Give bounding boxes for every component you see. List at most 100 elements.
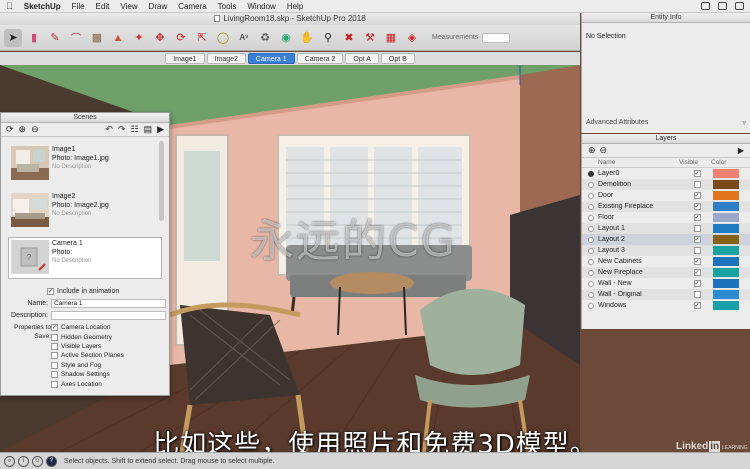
camera-icon[interactable]: ▤ [144, 124, 153, 135]
scene-item-camera-1[interactable]: ? Camera 1 Photo: No Description [8, 237, 162, 279]
layer-color-swatch[interactable] [713, 246, 739, 255]
layout-tool[interactable]: ◈ [403, 29, 421, 47]
scene-item-image1[interactable]: Image1 Photo: Image1.jpg No Description [9, 144, 161, 186]
scenes-title[interactable]: Scenes [1, 113, 169, 123]
entity-info-title[interactable]: Entity Info [582, 13, 750, 23]
add-scene-icon[interactable]: ⊕ [19, 124, 27, 135]
layer-row[interactable]: Demolition [582, 179, 750, 190]
search-icon[interactable] [718, 2, 727, 10]
property-checkbox[interactable] [51, 342, 58, 350]
layers-title[interactable]: Layers [582, 134, 750, 144]
layer-row[interactable]: Layer0 ✓ [582, 168, 750, 179]
rectangle-tool[interactable]: ▩ [88, 29, 106, 47]
advanced-attributes-row[interactable]: Advanced Attributes ▿ [586, 119, 746, 127]
layer-color-swatch[interactable] [713, 290, 739, 299]
menu-view[interactable]: View [120, 2, 137, 11]
menu-app[interactable]: SketchUp [24, 2, 61, 11]
tab-image2[interactable]: Image2 [206, 53, 246, 64]
layer-color-swatch[interactable] [713, 268, 739, 277]
layer-color-swatch[interactable] [713, 224, 739, 233]
active-layer-radio[interactable] [588, 280, 594, 287]
layer-name[interactable]: New Cabinets [598, 258, 685, 265]
layer-color-swatch[interactable] [713, 169, 739, 178]
property-checkbox[interactable]: ✓ [51, 324, 58, 332]
active-layer-radio[interactable] [588, 302, 594, 309]
menu-tools[interactable]: Tools [218, 2, 237, 11]
menu-camera[interactable]: Camera [178, 2, 206, 11]
layer-name[interactable]: New Fireplace [598, 269, 685, 276]
scene-list-scrollbar[interactable] [159, 141, 164, 221]
layer-color-swatch[interactable] [713, 191, 739, 200]
layer-name[interactable]: Layout 3 [598, 247, 685, 254]
active-layer-radio[interactable] [588, 203, 594, 210]
refresh-icon[interactable]: ⟳ [6, 124, 14, 135]
layer-visible-checkbox[interactable]: ✓ [693, 280, 701, 287]
layer-row[interactable]: Door ✓ [582, 190, 750, 201]
layer-visible-checkbox[interactable] [693, 225, 701, 232]
layer-color-swatch[interactable] [713, 301, 739, 310]
layer-row[interactable]: Layout 3 [582, 245, 750, 256]
zoom-extents-tool[interactable]: ✖ [340, 29, 358, 47]
details-arrow-icon[interactable]: ▶ [738, 146, 744, 155]
extension-tool[interactable]: ▦ [382, 29, 400, 47]
rotate-tool[interactable]: ⟳ [172, 29, 190, 47]
layer-row[interactable]: Windows ✓ [582, 300, 750, 311]
scene-name-field[interactable]: Camera 1 [51, 298, 166, 308]
text-tool[interactable]: A⁹ [235, 29, 253, 47]
layer-row[interactable]: Wall - New ✓ [582, 278, 750, 289]
active-layer-radio[interactable] [588, 192, 594, 199]
arc-tool[interactable]: ⌒ [67, 29, 85, 47]
property-checkbox[interactable] [51, 380, 58, 388]
active-layer-radio[interactable] [588, 247, 594, 254]
push-pull-tool[interactable]: ▲ [109, 29, 127, 47]
paint-bucket-tool[interactable]: ♻ [256, 29, 274, 47]
layer-name[interactable]: Door [598, 192, 685, 199]
pan-tool[interactable]: ✋ [298, 29, 316, 47]
layer-color-swatch[interactable] [713, 180, 739, 189]
active-layer-radio[interactable] [588, 225, 594, 232]
move-down-icon[interactable]: ↷ [118, 124, 126, 135]
layer-name[interactable]: Wall - New [598, 280, 685, 287]
layer-color-swatch[interactable] [713, 279, 739, 288]
tape-measure-tool[interactable]: ◯ [214, 29, 232, 47]
layer-color-swatch[interactable] [713, 213, 739, 222]
remove-layer-icon[interactable]: ⊖ [600, 145, 608, 156]
move-tool[interactable]: ✥ [151, 29, 169, 47]
col-name[interactable]: Name [598, 158, 679, 167]
wifi-icon[interactable] [701, 2, 710, 10]
info-icon[interactable]: i [18, 455, 29, 467]
view-options-icon[interactable]: ☷ [130, 124, 138, 135]
layer-row[interactable]: New Fireplace ✓ [582, 267, 750, 278]
tag-icon[interactable]: ▿ [742, 119, 746, 127]
tab-opt-b[interactable]: Opt B [380, 53, 415, 64]
help-icon[interactable]: ? [46, 455, 57, 467]
scale-tool[interactable]: ⇱ [193, 29, 211, 47]
layer-name[interactable]: Wall - Original [598, 291, 685, 298]
layer-row[interactable]: New Cabinets ✓ [582, 256, 750, 267]
layer-visible-checkbox[interactable]: ✓ [693, 214, 701, 221]
pencil-tool[interactable]: ✎ [46, 29, 64, 47]
scene-description-field[interactable] [51, 310, 166, 320]
orbit-tool[interactable]: ◉ [277, 29, 295, 47]
tab-camera-1[interactable]: Camera 1 [247, 53, 295, 64]
layer-name[interactable]: Existing Fireplace [598, 203, 685, 210]
layer-row[interactable]: Layout 2 ✓ [582, 234, 750, 245]
apple-icon[interactable]:  [6, 1, 13, 11]
property-checkbox[interactable] [51, 352, 58, 360]
follow-me-tool[interactable]: ✦ [130, 29, 148, 47]
active-layer-radio[interactable] [588, 236, 594, 243]
layer-color-swatch[interactable] [713, 257, 739, 266]
layer-name[interactable]: Layout 1 [598, 225, 685, 232]
menu-window[interactable]: Window [247, 2, 275, 11]
include-animation-checkbox[interactable]: ✓ [47, 287, 54, 295]
layer-visible-checkbox[interactable] [693, 291, 701, 298]
layer-name[interactable]: Windows [598, 302, 685, 309]
layer-name[interactable]: Layout 2 [598, 236, 685, 243]
tab-opt-a[interactable]: Opt A [345, 53, 379, 64]
tab-image1[interactable]: Image1 [165, 53, 205, 64]
layer-row[interactable]: Wall - Original [582, 289, 750, 300]
property-checkbox[interactable] [51, 361, 58, 369]
active-layer-radio[interactable] [588, 258, 594, 265]
active-layer-radio[interactable] [588, 181, 594, 188]
user-icon[interactable]: ☺ [32, 455, 43, 467]
